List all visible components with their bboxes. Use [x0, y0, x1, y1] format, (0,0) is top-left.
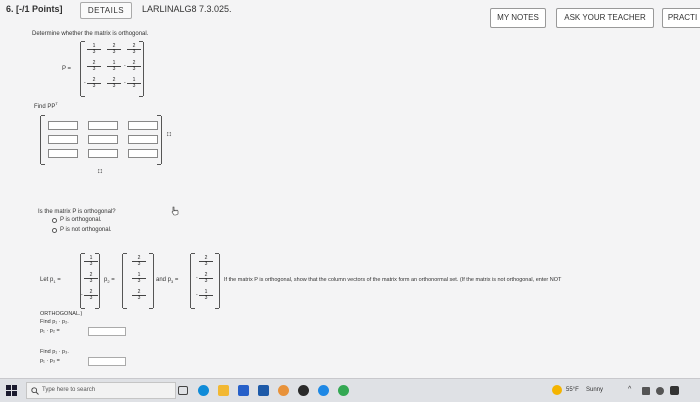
- vector-p1-entry-2: 23: [84, 273, 98, 284]
- vector-p1-entry-3: -23: [81, 290, 98, 301]
- app-icon-dark[interactable]: [298, 385, 309, 396]
- let-p1-label: Let p1 =: [40, 277, 61, 285]
- ppt-cell-3-2[interactable]: [88, 149, 118, 158]
- question-number: 6. [-/1 Points]: [6, 4, 63, 14]
- ppt-cell-3-3[interactable]: [128, 149, 158, 158]
- weather-desc: Sunny: [586, 387, 604, 393]
- ppt-cell-2-3[interactable]: [128, 135, 158, 144]
- p2-label: p2 =: [104, 277, 115, 285]
- matrix-p-entry-2-3: -23: [124, 61, 141, 72]
- and-p3-label: and p3 =: [156, 277, 179, 285]
- chevron-up-icon[interactable]: ^: [628, 386, 631, 393]
- radio-orthogonal[interactable]: [52, 218, 57, 223]
- vector-p2-entry-3: 23: [132, 290, 146, 301]
- network-icon[interactable]: [642, 387, 650, 395]
- vector-p3-entry-3: -13: [196, 290, 213, 301]
- vector-p3-entry-1: 23: [199, 256, 213, 267]
- option-not-orthogonal-label: P is not orthogonal.: [60, 227, 112, 233]
- windows-taskbar: Type here to search 55°F Sunny ^: [0, 378, 700, 402]
- p1-dot-p3-label: p₁ · p₃ =: [40, 358, 60, 364]
- details-button[interactable]: DETAILS: [80, 2, 132, 19]
- matrix-p-entry-3-2: 23: [107, 78, 121, 89]
- ppt-cell-2-1[interactable]: [48, 135, 78, 144]
- matrix-p-entry-3-1: -23: [84, 78, 101, 89]
- vector-p3: 23 -23 -13: [190, 253, 220, 309]
- taskbar-search-box[interactable]: Type here to search: [26, 382, 176, 399]
- vector-p1: 13 23 -23: [80, 253, 100, 309]
- ppt-cell-3-1[interactable]: [48, 149, 78, 158]
- matrix-p-entry-2-2: 13: [107, 61, 121, 72]
- ppt-answer-matrix: [40, 115, 162, 165]
- instruction-text: Determine whether the matrix is orthogon…: [32, 31, 149, 37]
- row-resize-handle[interactable]: ↕↕: [97, 168, 103, 175]
- search-icon: [31, 387, 39, 395]
- ppt-cell-1-2[interactable]: [88, 121, 118, 130]
- chrome-icon[interactable]: [338, 385, 349, 396]
- hand-cursor-icon: [171, 206, 179, 216]
- app-icon-orange[interactable]: [278, 385, 289, 396]
- vector-p2: 23 13 23: [122, 253, 154, 309]
- practice-button[interactable]: PRACTI: [662, 8, 700, 28]
- option-orthogonal-label: P is orthogonal.: [60, 217, 102, 223]
- question-header: 6. [-/1 Points] DETAILS LARLINALG8 7.3.0…: [0, 0, 700, 28]
- vector-p2-entry-1: 23: [132, 256, 146, 267]
- ppt-cell-1-3[interactable]: [128, 121, 158, 130]
- file-explorer-icon[interactable]: [218, 385, 229, 396]
- speaker-icon[interactable]: [656, 387, 664, 395]
- my-notes-button[interactable]: MY NOTES: [490, 8, 546, 28]
- matrix-p-entry-2-1: 23: [87, 61, 101, 72]
- matrix-p-entry-1-2: 23: [107, 44, 121, 55]
- p1-dot-p2-input[interactable]: [88, 327, 126, 336]
- mail-icon[interactable]: [258, 385, 269, 396]
- store-icon[interactable]: [238, 385, 249, 396]
- p1-dot-p3-input[interactable]: [88, 357, 126, 366]
- vector-p1-entry-1: 13: [84, 256, 98, 267]
- matrix-p-entry-1-3: 23: [127, 44, 141, 55]
- vector-p2-entry-2: 13: [132, 273, 146, 284]
- matrix-label: P =: [62, 66, 72, 72]
- ask-your-teacher-button[interactable]: ASK YOUR TEACHER: [556, 8, 654, 28]
- edge-browser-icon[interactable]: [198, 385, 209, 396]
- find-p1-p3-label: Find p₁ · p₃.: [40, 349, 69, 355]
- assignment-page: 6. [-/1 Points] DETAILS LARLINALG8 7.3.0…: [0, 0, 700, 378]
- app-icon-blue[interactable]: [318, 385, 329, 396]
- vector-p3-entry-2: -23: [196, 273, 213, 284]
- p1-dot-p2-label: p₁ · p₂ =: [40, 328, 60, 334]
- ppt-cell-2-2[interactable]: [88, 135, 118, 144]
- column-resize-handle[interactable]: ↕↕: [166, 131, 172, 138]
- windows-start-icon[interactable]: [6, 385, 17, 396]
- weather-temp: 55°F: [566, 387, 579, 393]
- question-title: LARLINALG8 7.3.025.: [142, 4, 232, 14]
- matrix-p-entry-3-3: -13: [124, 78, 141, 89]
- find-ppt-label: Find PPT: [34, 101, 58, 110]
- task-view-icon[interactable]: [178, 386, 188, 395]
- ppt-cell-1-1[interactable]: [48, 121, 78, 130]
- orthonormal-instruction: If the matrix P is orthogonal, show that…: [224, 277, 562, 283]
- notifications-icon[interactable]: [670, 386, 679, 395]
- matrix-p: 1323232313-23-2323-13: [80, 41, 144, 97]
- search-placeholder: Type here to search: [42, 387, 96, 393]
- orthogonal-tag: ORTHOGONAL.): [40, 311, 83, 317]
- orthogonal-prompt: Is the matrix P is orthogonal?: [38, 209, 116, 215]
- sun-icon: [552, 385, 562, 395]
- matrix-p-entry-1-1: 13: [87, 44, 101, 55]
- find-p1-p2-label: Find p₁ · p₂.: [40, 319, 69, 325]
- radio-not-orthogonal[interactable]: [52, 228, 57, 233]
